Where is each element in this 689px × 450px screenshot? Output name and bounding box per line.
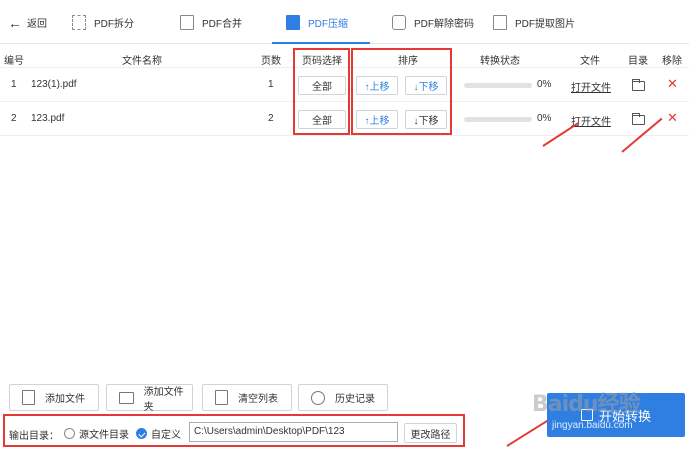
option-source-dir[interactable]: 源文件目录 <box>64 426 129 441</box>
clock-icon <box>311 390 325 405</box>
add-folder-label: 添加文件夹 <box>143 386 184 413</box>
highlight-page-select <box>293 48 350 135</box>
progress-bar <box>464 83 532 88</box>
zip-icon <box>286 14 300 30</box>
tab-pdf-extract-images[interactable]: PDF提取图片 <box>493 11 575 33</box>
add-folder-icon <box>119 391 134 404</box>
tab-pdf-unlock[interactable]: PDF解除密码 <box>392 11 474 33</box>
output-path-input[interactable]: C:\Users\admin\Desktop\PDF\123 <box>189 422 398 442</box>
back-button[interactable]: ← 返回 <box>8 14 47 31</box>
tab-pdf-compress-label: PDF压缩 <box>308 18 348 30</box>
tab-pdf-merge-label: PDF合并 <box>202 18 242 30</box>
history-button[interactable]: 历史记录 <box>298 384 388 411</box>
arrow-left-icon: ← <box>8 14 22 31</box>
radio-source-dir[interactable] <box>64 428 75 439</box>
row-file-name: 123(1).pdf <box>31 79 77 90</box>
col-directory: 目录 <box>628 56 648 67</box>
add-file-icon <box>22 390 35 405</box>
col-remove: 移除 <box>662 56 682 67</box>
active-tab-indicator <box>272 42 370 44</box>
tab-pdf-compress[interactable]: PDF压缩 <box>286 11 348 33</box>
option-custom-label: 自定义 <box>151 430 181 441</box>
add-file-label: 添加文件 <box>45 394 85 405</box>
folder-icon[interactable] <box>632 79 645 91</box>
lock-icon <box>392 14 406 30</box>
col-status: 转换状态 <box>480 56 520 67</box>
image-icon <box>493 14 507 30</box>
output-label: 输出目录： <box>9 431 59 442</box>
add-file-button[interactable]: 添加文件 <box>9 384 99 411</box>
output-directory-row: 输出目录： 源文件目录 自定义 C:\Users\admin\Desktop\P… <box>0 418 470 448</box>
col-number: 编号 <box>4 56 24 67</box>
remove-icon[interactable]: ✕ <box>667 110 678 126</box>
option-source-label: 源文件目录 <box>79 430 129 441</box>
row-number: 2 <box>11 113 17 124</box>
progress-percent: 0% <box>537 113 552 124</box>
change-path-button[interactable]: 更改路径 <box>404 423 457 443</box>
tab-bar: ← 返回 PDF拆分 PDF合并 PDF压缩 PDF解除密码 PDF提取图片 <box>0 0 689 44</box>
history-label: 历史记录 <box>335 394 375 405</box>
highlight-order <box>351 48 452 135</box>
annotation-arrow <box>506 419 549 447</box>
col-file-name: 文件名称 <box>122 56 162 67</box>
row-number: 1 <box>11 79 17 90</box>
watermark-url: jingyan.baidu.com <box>552 420 633 431</box>
clear-list-button[interactable]: 清空列表 <box>202 384 292 411</box>
back-label: 返回 <box>27 19 47 30</box>
tab-pdf-unlock-label: PDF解除密码 <box>414 18 474 30</box>
row-pages: 2 <box>268 113 274 124</box>
folder-icon[interactable] <box>632 113 645 125</box>
col-file: 文件 <box>580 56 600 67</box>
row-pages: 1 <box>268 79 274 90</box>
split-icon <box>72 14 86 30</box>
watermark-brand: Baidu经验 <box>532 392 641 417</box>
merge-icon <box>180 14 194 30</box>
col-pages: 页数 <box>261 56 281 67</box>
progress-percent: 0% <box>537 79 552 90</box>
option-custom[interactable]: 自定义 <box>136 426 181 441</box>
progress-bar <box>464 117 532 122</box>
tab-pdf-merge[interactable]: PDF合并 <box>180 11 242 33</box>
row-file-name: 123.pdf <box>31 113 65 124</box>
clear-list-label: 清空列表 <box>238 394 278 405</box>
trash-icon <box>215 390 228 405</box>
add-folder-button[interactable]: 添加文件夹 <box>106 384 193 413</box>
open-file-link[interactable]: 打开文件 <box>571 113 611 128</box>
open-file-link[interactable]: 打开文件 <box>571 79 611 94</box>
tab-pdf-split[interactable]: PDF拆分 <box>72 11 134 33</box>
remove-icon[interactable]: ✕ <box>667 76 678 92</box>
tab-pdf-extract-images-label: PDF提取图片 <box>515 18 575 30</box>
radio-custom[interactable] <box>136 428 147 439</box>
tab-pdf-split-label: PDF拆分 <box>94 18 134 30</box>
